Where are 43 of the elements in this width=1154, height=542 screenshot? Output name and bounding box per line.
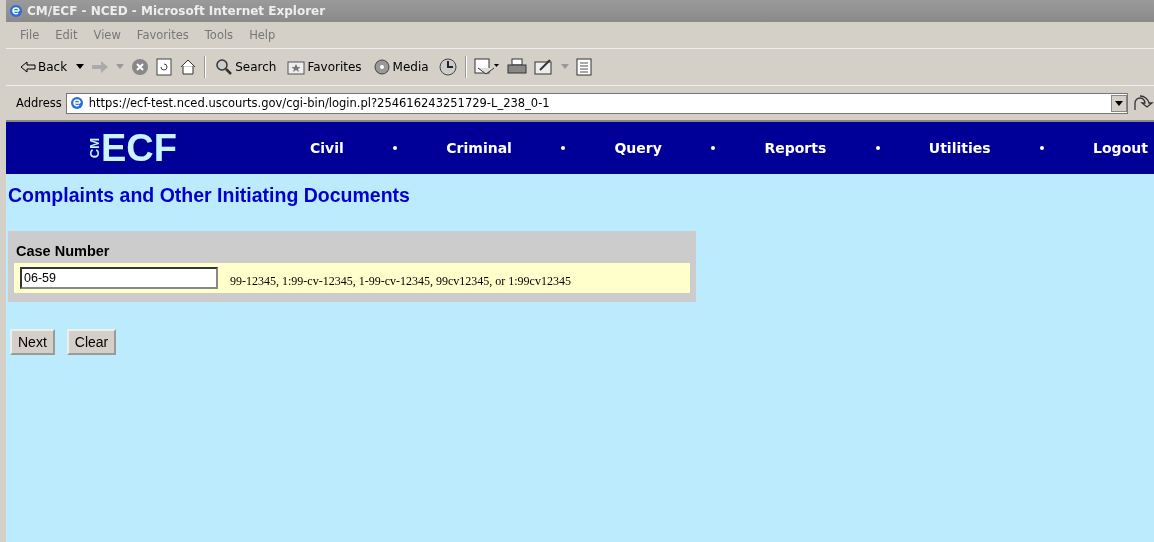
address-label: Address <box>16 96 62 110</box>
separator-dot-icon <box>393 146 398 150</box>
stop-icon[interactable] <box>131 58 150 76</box>
page-e-icon <box>68 95 85 111</box>
edit-icon[interactable] <box>533 58 554 76</box>
history-icon[interactable] <box>437 57 458 77</box>
separator-dot-icon <box>711 146 716 150</box>
refresh-icon[interactable] <box>156 58 173 76</box>
back-button[interactable]: Back <box>18 60 70 74</box>
back-arrow-icon <box>20 61 36 73</box>
nav-link[interactable]: Criminal <box>446 140 512 156</box>
case-number-field[interactable]: 06-59 <box>20 267 218 289</box>
nav-link[interactable]: Logout <box>1093 140 1148 156</box>
address-field[interactable]: https://ecf-test.nced.uscourts.gov/cgi-bin/login.pl?254616243251729-L_238_0-1 <box>65 92 1128 114</box>
browser-e-icon <box>8 3 24 19</box>
favorites-button[interactable]: Favorites <box>285 59 364 75</box>
field-label: Case Number <box>16 243 111 259</box>
format-hint: 99-12345, 1:99-cv-12345, 1-99-cv-12345, 99cv12345, or 1:99cv12345 <box>230 273 571 289</box>
separator-dot-icon <box>875 146 880 150</box>
media-button[interactable]: Media <box>370 58 431 76</box>
separator-dot-icon <box>561 146 566 150</box>
address-url: https://ecf-test.nced.uscourts.gov/cgi-bin/login.pl?254616243251729-L_238_0-1 <box>88 96 550 110</box>
star-folder-icon <box>287 59 306 75</box>
nav-link[interactable]: Civil <box>310 140 344 156</box>
disc-icon <box>372 58 391 76</box>
window-title: CM/ECF - NCED - Microsoft Internet Explorer <box>27 4 326 18</box>
form-button[interactable]: Next <box>10 329 55 355</box>
logo: CM ECF <box>88 129 178 167</box>
search-icon <box>215 58 234 76</box>
dropdown-button[interactable] <box>1111 94 1127 112</box>
nav-link[interactable]: Utilities <box>928 140 991 156</box>
nav-link[interactable]: Query <box>614 140 662 156</box>
nav-link[interactable]: Reports <box>764 140 827 156</box>
printer-icon[interactable] <box>506 58 527 76</box>
separator-dot-icon <box>1039 146 1044 150</box>
page-heading: Complaints and Other Initiating Documents <box>8 184 411 207</box>
caret-icon[interactable] <box>76 64 85 70</box>
caret-icon <box>1115 100 1123 106</box>
form-button[interactable]: Clear <box>66 329 117 355</box>
home-icon[interactable] <box>179 58 198 76</box>
document-icon[interactable] <box>575 58 592 76</box>
mail-icon[interactable] <box>473 58 500 76</box>
search-button[interactable]: Search <box>213 58 279 76</box>
